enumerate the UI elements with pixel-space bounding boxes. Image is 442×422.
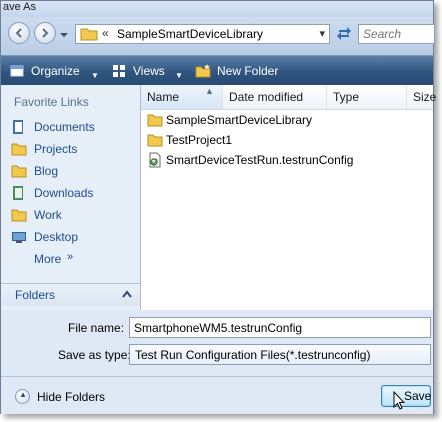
sidebar-item-desktop[interactable]: Desktop [9,227,135,247]
column-type[interactable]: Type [327,85,407,109]
sidebar-item-work[interactable]: Work [9,205,135,225]
sidebar-item-documents[interactable]: Documents [9,117,135,137]
documents-icon [13,120,23,134]
sidebar-item-downloads[interactable]: Downloads [9,183,135,203]
hide-folders-label: Hide Folders [37,390,106,404]
folder-icon [147,134,163,147]
window-title: ave As [3,1,37,13]
list-item[interactable]: SampleSmartDeviceLibrary [147,110,427,130]
column-header-row: Name ▲ Date modified Type Size [141,85,436,110]
sidebar-item-label: Desktop [34,230,79,244]
views-dropdown-icon: ▼ [175,71,183,80]
folders-toggle-bar[interactable]: Folders [1,283,140,306]
sort-ascending-icon: ▲ [205,86,214,96]
sidebar-item-label: Downloads [34,186,94,200]
forward-button[interactable] [34,22,56,44]
column-size[interactable]: Size [407,85,442,109]
views-icon [113,65,125,77]
forward-arrow-icon [42,28,49,38]
folder-icon [147,114,163,127]
downloads-icon [13,186,23,200]
save-as-type-value: Test Run Configuration Files(*.testrunco… [135,348,371,362]
dialog-footer: ▲ Hide Folders Save [1,376,433,415]
organize-label: Organize [31,64,80,78]
back-arrow-icon [15,28,22,38]
search-input[interactable] [363,27,433,41]
sidebar-item-more[interactable]: More » [9,249,135,269]
column-name-label: Name [147,90,180,104]
file-name: SmartDeviceTestRun.testrunConfig [166,153,354,167]
save-as-dialog: ave As « SampleSmartDeviceLibrary ▾ Sear… [0,0,436,414]
sidebar-item-label: More [34,252,62,266]
save-as-type-select[interactable]: Test Run Configuration Files(*.testrunco… [129,344,431,365]
file-name: TestProject1 [166,133,233,147]
views-button[interactable]: Views ▼ [111,63,183,80]
more-arrow-icon: » [67,251,74,263]
save-button-label: Save [404,389,432,403]
sidebar-item-projects[interactable]: Projects [9,139,135,159]
address-dropdown-icon[interactable]: ▾ [319,27,325,40]
history-dropdown-icon[interactable] [59,30,69,40]
folder-icon [80,28,98,41]
column-type-label: Type [333,90,360,104]
file-list: Name ▲ Date modified Type Size SampleSma… [141,85,436,310]
column-size-label: Size [413,90,437,104]
views-label: Views [133,64,165,78]
new-folder-label: New Folder [217,64,279,78]
sidebar-item-label: Work [34,208,62,222]
organize-button[interactable]: Organize ▼ [9,63,99,80]
list-item[interactable]: TestProject1 [147,130,427,150]
column-date-label: Date modified [229,90,304,104]
desktop-icon [12,232,26,243]
save-form: File name: Save as type: Test Run Config… [1,310,433,414]
folder-icon [11,209,27,222]
command-bar: Organize ▼ Views ▼ New Folder [1,55,433,86]
refresh-icon[interactable] [333,24,355,44]
sidebar-item-blog[interactable]: Blog [9,161,135,181]
sidebar-item-label: Projects [34,142,78,156]
address-chevron[interactable]: « [102,26,109,40]
column-name[interactable]: Name ▲ [141,85,223,109]
sidebar-item-label: Documents [34,120,95,134]
organize-dropdown-icon: ▼ [91,71,99,80]
address-path[interactable]: SampleSmartDeviceLibrary [117,27,263,41]
title-bar: ave As [1,1,433,17]
folders-label: Folders [15,288,56,302]
back-button[interactable] [8,22,30,44]
save-button[interactable]: Save [381,385,431,407]
file-name-field[interactable] [129,317,431,338]
folder-icon [11,143,27,156]
chevron-up-icon[interactable] [122,290,132,298]
file-name-label: File name: [68,321,125,335]
config-file-icon [149,152,161,168]
new-folder-button[interactable]: New Folder [195,63,295,79]
sidebar-item-label: Blog [34,164,59,178]
address-bar[interactable]: « SampleSmartDeviceLibrary ▾ [75,24,330,44]
hide-folders-button[interactable]: ▲ Hide Folders [15,388,135,406]
chevron-up-icon: ▲ [15,389,30,404]
new-folder-icon [195,64,211,78]
search-box[interactable] [358,24,435,44]
navigation-pane: Favorite Links Documents Projects Blog D… [1,85,141,310]
folder-icon [11,165,27,178]
save-as-type-label: Save as type: [58,348,131,362]
column-date-modified[interactable]: Date modified [223,85,327,109]
list-item[interactable]: SmartDeviceTestRun.testrunConfig [147,150,427,170]
favorite-links-header: Favorite Links [14,95,89,109]
file-name: SampleSmartDeviceLibrary [166,113,313,127]
mouse-cursor-icon [393,391,405,410]
navigation-bar: « SampleSmartDeviceLibrary ▾ [1,17,435,55]
organize-icon [10,65,24,77]
